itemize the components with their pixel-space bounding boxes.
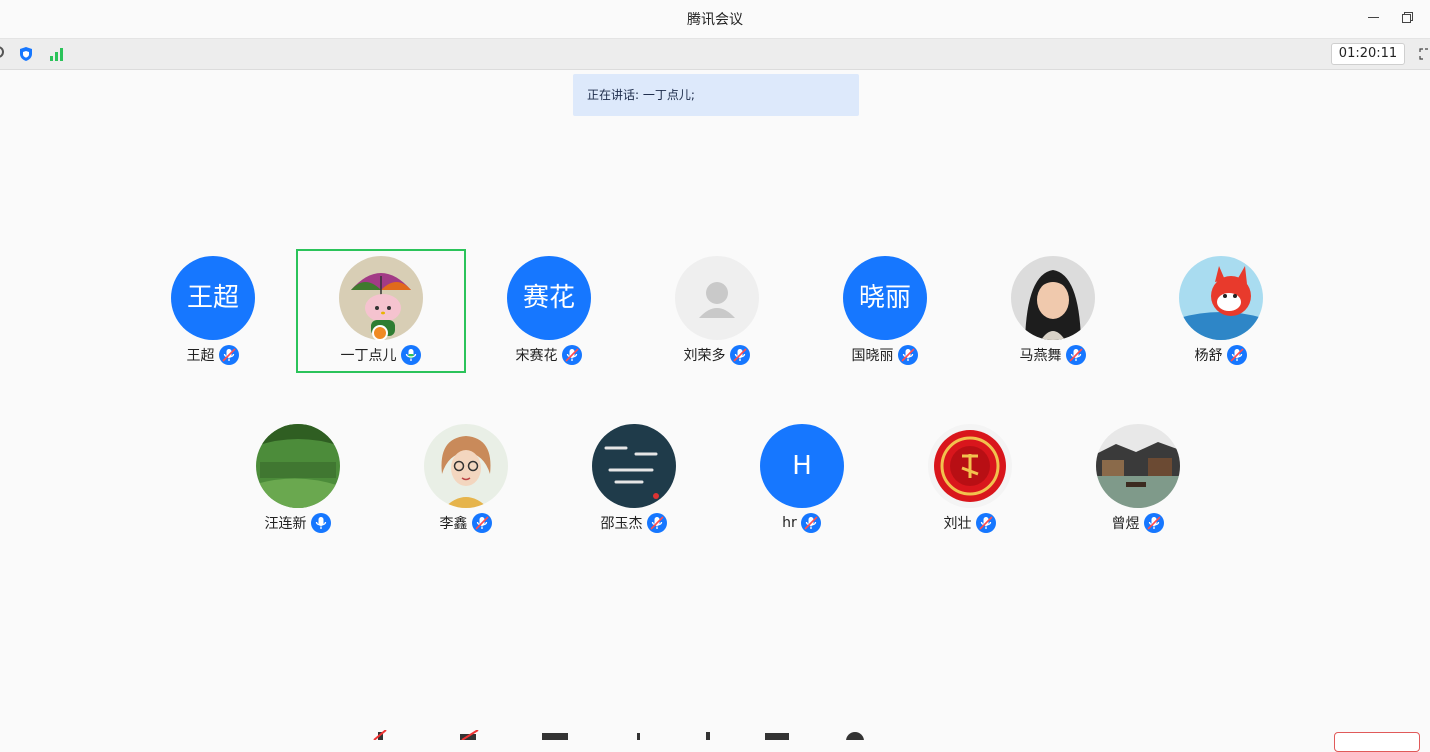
stop-video-icon[interactable] xyxy=(458,730,484,740)
title-bar: 腾讯会议 xyxy=(0,0,1430,39)
avatar xyxy=(592,424,676,508)
participant-tile[interactable]: 邵玉杰 xyxy=(549,417,719,541)
participant-name: 一丁点儿 xyxy=(340,348,397,364)
participant-name: 宋赛花 xyxy=(515,348,558,364)
chat-icon[interactable] xyxy=(762,730,792,740)
participant-tile[interactable]: H hr xyxy=(717,417,887,541)
avatar xyxy=(1011,256,1095,340)
participant-name: 杨舒 xyxy=(1194,348,1223,364)
participant-tile[interactable]: 赛花 宋赛花 xyxy=(464,249,634,373)
status-bar: 01:20:11 xyxy=(0,39,1430,70)
minimize-button[interactable] xyxy=(1366,9,1382,25)
participant-tile[interactable]: 晓丽 国晓丽 xyxy=(800,249,970,373)
participant-tile[interactable]: 刘荣多 xyxy=(632,249,802,373)
participant-tile[interactable]: 杨舒 xyxy=(1136,249,1306,373)
participant-name: 邵玉杰 xyxy=(600,516,643,532)
participant-name: 王超 xyxy=(186,348,215,364)
mic-muted-icon xyxy=(646,513,667,533)
participant-name: hr xyxy=(782,515,797,531)
participant-tile[interactable]: 曾煜 xyxy=(1053,417,1223,541)
fullscreen-icon[interactable] xyxy=(1419,48,1429,60)
speaking-banner: 正在讲话: 一丁点儿; xyxy=(573,74,859,116)
info-icon[interactable] xyxy=(0,46,4,58)
network-signal-icon[interactable] xyxy=(49,47,65,61)
participant-tile-speaking[interactable]: 一丁点儿 xyxy=(296,249,466,373)
avatar xyxy=(424,424,508,508)
mic-muted-icon xyxy=(561,345,582,365)
avatar: 王超 xyxy=(171,256,255,340)
avatar xyxy=(1179,256,1263,340)
mic-active-icon xyxy=(310,513,331,533)
avatar xyxy=(256,424,340,508)
avatar xyxy=(928,424,1012,508)
mic-muted-icon xyxy=(729,345,750,365)
restore-button[interactable] xyxy=(1400,9,1416,25)
avatar xyxy=(1096,424,1180,508)
members-icon[interactable] xyxy=(698,730,718,740)
participant-tile[interactable]: 刘壮 xyxy=(885,417,1055,541)
avatar: 晓丽 xyxy=(843,256,927,340)
mute-mic-icon[interactable] xyxy=(370,730,392,740)
leave-meeting-button[interactable] xyxy=(1334,732,1420,752)
security-shield-icon[interactable] xyxy=(18,46,34,62)
meeting-timer: 01:20:11 xyxy=(1331,43,1405,65)
participant-name: 马燕舞 xyxy=(1019,348,1062,364)
window-title: 腾讯会议 xyxy=(687,12,743,28)
mic-muted-icon xyxy=(1143,513,1164,533)
mic-muted-icon xyxy=(1226,345,1247,365)
participant-name: 曾煜 xyxy=(1111,516,1140,532)
mic-muted-icon xyxy=(897,345,918,365)
participant-tile[interactable]: 李鑫 xyxy=(381,417,551,541)
mic-muted-icon xyxy=(800,513,821,533)
participant-name: 刘荣多 xyxy=(683,348,726,364)
participant-name: 汪连新 xyxy=(264,516,307,532)
host-badge-icon xyxy=(372,325,388,341)
invite-icon[interactable] xyxy=(628,730,648,740)
participant-tile[interactable]: 马燕舞 xyxy=(968,249,1138,373)
participant-name: 刘壮 xyxy=(943,516,972,532)
mic-muted-icon xyxy=(471,513,492,533)
avatar: H xyxy=(760,424,844,508)
participant-name: 李鑫 xyxy=(439,516,468,532)
mic-muted-icon xyxy=(218,345,239,365)
mic-active-icon xyxy=(400,345,421,365)
default-person-avatar-icon xyxy=(675,256,759,340)
participant-name: 国晓丽 xyxy=(851,348,894,364)
share-screen-icon[interactable] xyxy=(540,730,570,740)
mic-muted-icon xyxy=(975,513,996,533)
mic-muted-icon xyxy=(1065,345,1086,365)
avatar: 赛花 xyxy=(507,256,591,340)
settings-icon[interactable] xyxy=(842,730,868,740)
participant-tile[interactable]: 汪连新 xyxy=(213,417,383,541)
participant-tile[interactable]: 王超 王超 xyxy=(128,249,298,373)
